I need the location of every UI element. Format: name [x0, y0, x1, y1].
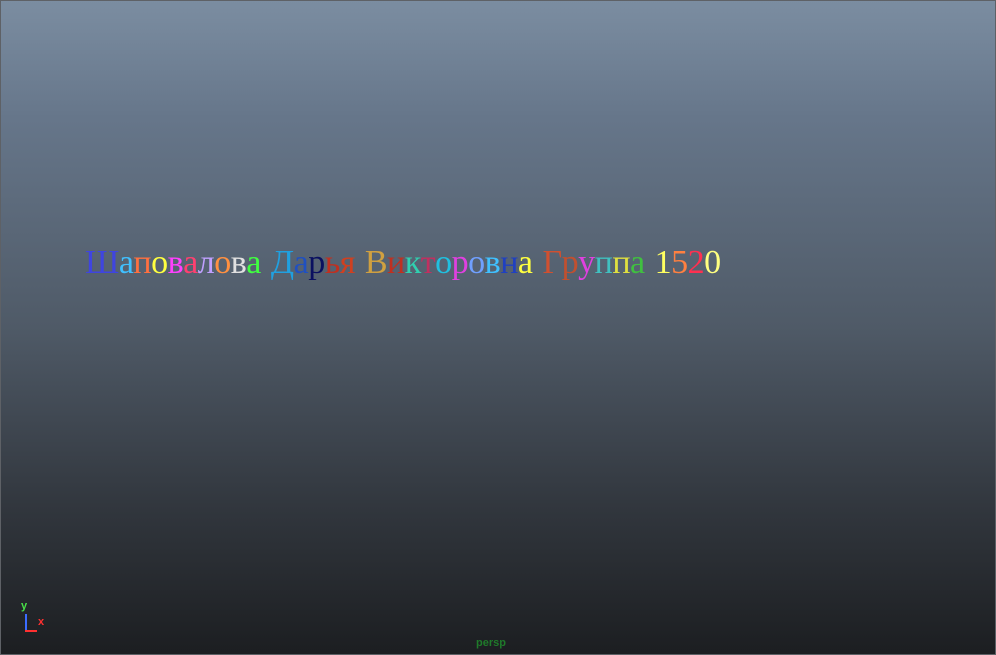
- text-letter: п: [594, 244, 613, 281]
- text-letter: ь: [324, 244, 341, 281]
- text-letter: у: [578, 244, 595, 281]
- 3d-text-object[interactable]: Шаповалова Дарья Викторовна Группа 1520: [85, 241, 731, 285]
- camera-name-label: persp: [476, 637, 506, 649]
- axis-gizmo: y x: [15, 599, 55, 639]
- text-word: Группа: [542, 241, 645, 285]
- text-letter: а: [293, 244, 309, 281]
- text-letter: 2: [687, 244, 705, 281]
- text-letter: а: [183, 244, 198, 281]
- text-letter: 5: [671, 244, 688, 281]
- axis-x-line: [25, 630, 37, 632]
- axis-x-label: x: [38, 616, 45, 628]
- text-letter: 1: [654, 244, 672, 281]
- text-letter: Д: [270, 244, 294, 281]
- text-letter: о: [435, 244, 452, 281]
- text-letter: а: [517, 244, 533, 281]
- text-letter: о: [468, 244, 485, 281]
- text-letter: а: [630, 244, 645, 281]
- text-word: 1520: [655, 241, 721, 285]
- text-letter: т: [420, 244, 436, 281]
- text-letter: р: [451, 244, 469, 281]
- text-letter: в: [230, 244, 247, 281]
- text-letter: в: [167, 244, 184, 281]
- text-letter: р: [308, 244, 325, 281]
- text-letter: о: [151, 244, 168, 281]
- text-letter: р: [561, 244, 579, 281]
- text-letter: л: [197, 244, 215, 281]
- text-letter: В: [364, 244, 388, 281]
- text-letter: п: [133, 244, 152, 281]
- text-letter: я: [339, 244, 356, 281]
- text-letter: о: [214, 244, 231, 281]
- text-letter: 0: [704, 244, 721, 281]
- axis-y-label: y: [21, 600, 28, 612]
- text-word: Дарья: [271, 241, 355, 285]
- text-letter: а: [246, 244, 261, 281]
- axis-y-line: [25, 614, 27, 631]
- text-letter: и: [387, 244, 405, 281]
- text-word: Викторовна: [365, 241, 533, 285]
- text-letter: Г: [542, 244, 562, 281]
- text-letter: а: [118, 244, 134, 281]
- text-letter: к: [404, 244, 422, 281]
- text-letter: н: [500, 244, 518, 281]
- 3d-viewport[interactable]: Шаповалова Дарья Викторовна Группа 1520 y x …: [0, 0, 996, 655]
- text-word: Шаповалова: [85, 241, 261, 285]
- text-letter: Ш: [85, 244, 119, 281]
- text-letter: п: [612, 244, 631, 281]
- text-letter: в: [484, 244, 501, 281]
